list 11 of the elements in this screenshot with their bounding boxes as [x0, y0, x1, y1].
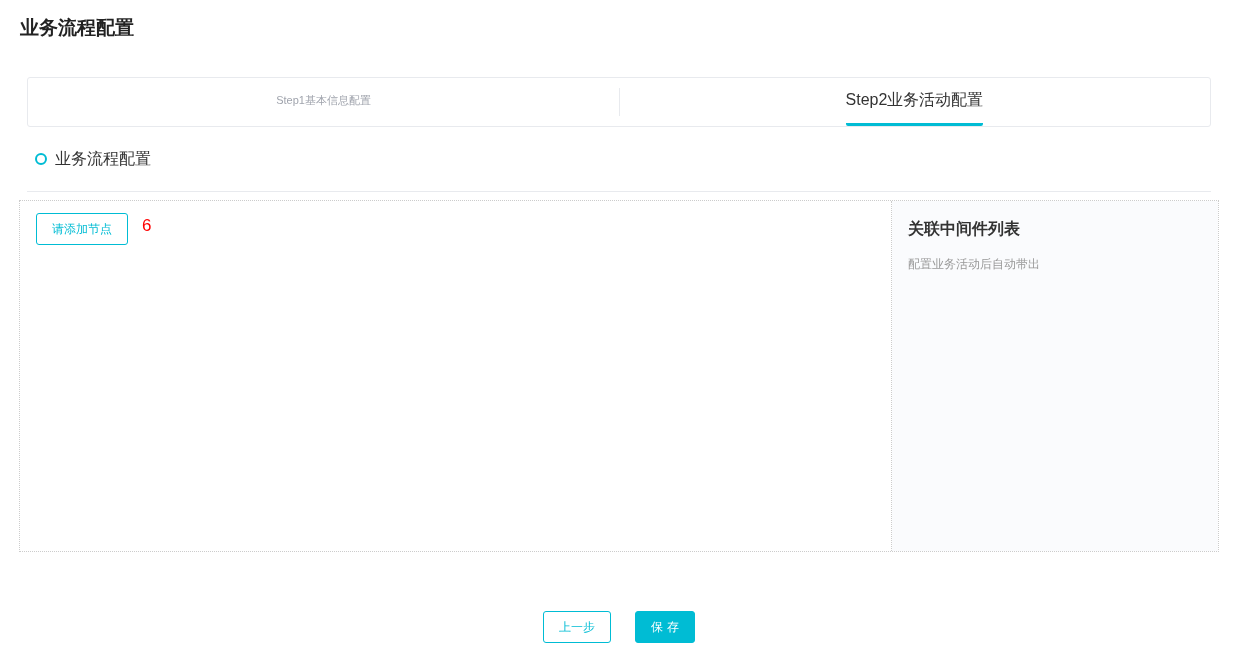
add-node-button[interactable]: 请添加节点 [36, 213, 128, 245]
panel-title: 关联中间件列表 [908, 219, 1021, 239]
step-tab[interactable]: Step1基本信息配置 [276, 78, 371, 126]
circle-icon [35, 153, 47, 165]
step-tab[interactable]: Step2业务活动配置 [845, 78, 984, 126]
section-title: 业务流程配置 [55, 148, 151, 169]
save-button[interactable]: 保 存 [635, 611, 695, 643]
back-button[interactable]: 上一步 [543, 611, 611, 643]
panel-hint: 配置业务活动后自动带出 [908, 256, 1041, 273]
page-title: 业务流程配置 [20, 16, 135, 40]
node-count: 6 [142, 215, 152, 237]
